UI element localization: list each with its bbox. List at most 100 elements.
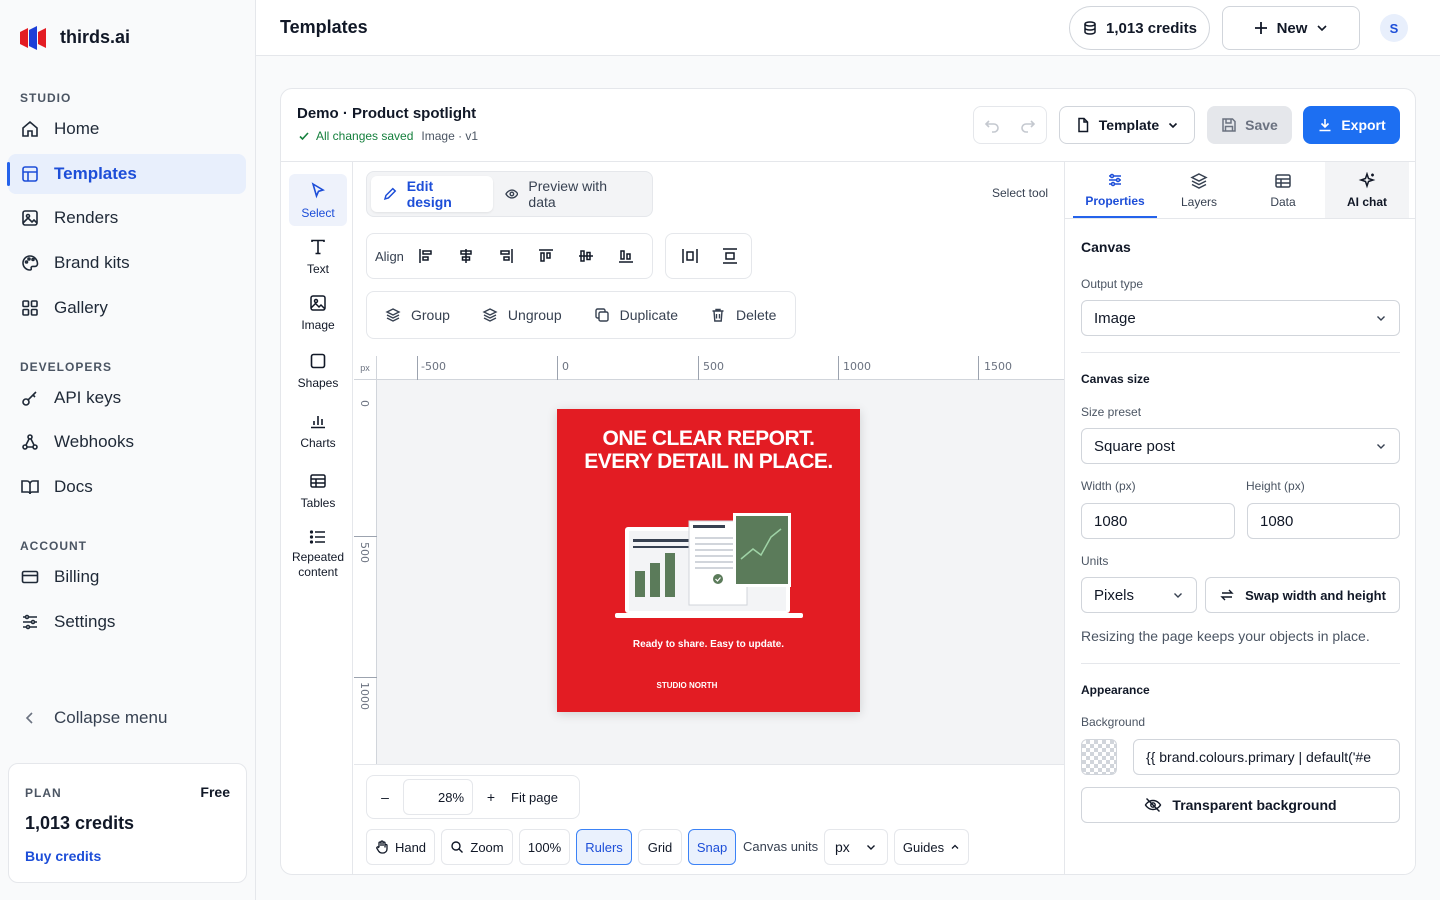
align-middle-button[interactable] [566,236,606,276]
output-type-label: Output type [1081,277,1144,291]
ruler-tick [354,677,377,678]
zoom-out-button[interactable]: – [367,789,403,805]
duplicate-button[interactable]: Duplicate [578,292,694,338]
tab-ai-chat[interactable]: AI chat [1325,162,1409,218]
width-input[interactable]: 1080 [1081,503,1235,539]
guides-button[interactable]: Guides [894,829,969,865]
align-left-button[interactable] [406,236,446,276]
bar-chart-icon [311,416,325,429]
file-icon [1078,117,1089,133]
tab-label: Layers [1180,194,1218,209]
canvas-tagline[interactable]: Ready to share. Easy to update. [557,639,860,650]
size-preset-select[interactable]: Square post [1081,428,1400,464]
tool-select[interactable]: Select [289,174,347,226]
group-button[interactable]: Group [369,292,466,338]
save-status: All changes saved Image · v1 [298,129,478,143]
collapse-menu-button[interactable]: Collapse menu [8,698,246,738]
brand-logo[interactable] [20,26,46,50]
zoom-input[interactable]: 28% [403,779,473,815]
layers-icon [1190,172,1208,189]
canvas-heading: Canvas [1081,239,1131,255]
zoom-tool-button[interactable]: Zoom [441,829,513,865]
height-label: Height (px) [1246,479,1305,493]
layers-icon [482,308,498,322]
sidebar-item-templates[interactable]: Templates [7,154,246,194]
zoom-in-button[interactable]: + [473,789,509,805]
credits-button[interactable]: 1,013 credits [1069,6,1210,50]
sidebar-item-billing[interactable]: Billing [8,557,246,597]
section-divider [1081,352,1400,353]
sidebar-item-label: Renders [54,208,119,227]
distribute-toolbar [665,233,752,279]
transparent-background-button[interactable]: Transparent background [1081,787,1400,823]
laptop-illustration[interactable] [615,509,805,621]
section-label-studio: STUDIO [20,91,72,105]
zoom-tool-label: Zoom [470,839,504,855]
design-page[interactable]: ONE CLEAR REPORT. EVERY DETAIL IN PLACE. [557,409,860,712]
swap-dimensions-button[interactable]: Swap width and height [1205,577,1400,613]
canvas-units-select[interactable]: px [824,829,888,865]
align-bottom-button[interactable] [606,236,646,276]
tool-tables[interactable]: Tables [289,464,347,516]
rulers-toggle[interactable]: Rulers [576,829,632,865]
sidebar-item-api-keys[interactable]: API keys [8,378,246,418]
snap-toggle[interactable]: Snap [688,829,736,865]
align-center-icon [460,249,472,263]
zoom-controls: – 28% + Fit page [366,775,580,819]
height-value: 1080 [1260,512,1294,530]
height-input[interactable]: 1080 [1247,503,1400,539]
sidebar-item-settings[interactable]: Settings [8,602,246,642]
canvas-units-value: px [835,839,850,855]
canvas-size-heading: Canvas size [1081,372,1150,386]
tool-charts[interactable]: Charts [289,404,347,456]
tool-shapes[interactable]: Shapes [289,344,347,396]
sidebar-item-gallery[interactable]: Gallery [8,288,246,328]
edit-design-tab[interactable]: Edit design [371,176,493,212]
units-select[interactable]: Pixels [1081,577,1197,613]
align-right-button[interactable] [486,236,526,276]
avatar[interactable]: S [1380,14,1408,42]
new-button[interactable]: New [1222,6,1360,50]
redo-button[interactable] [1010,107,1046,143]
canvas-units-label: Canvas units [743,839,819,854]
tab-layers[interactable]: Layers [1157,162,1241,218]
template-dropdown[interactable]: Template [1059,106,1195,144]
cursor-icon [311,182,325,199]
canvas-headline[interactable]: ONE CLEAR REPORT. EVERY DETAIL IN PLACE. [557,427,860,473]
undo-button[interactable] [974,107,1010,143]
sidebar-item-renders[interactable]: Renders [8,198,246,238]
fit-page-button[interactable]: Fit page [509,790,558,805]
preview-data-tab[interactable]: Preview with data [493,176,648,212]
distribute-horizontal-button[interactable] [670,236,710,276]
distribute-vertical-button[interactable] [710,236,750,276]
sidebar-item-docs[interactable]: Docs [8,467,246,507]
canvas-footer[interactable]: STUDIO NORTH [557,681,817,690]
export-button[interactable]: Export [1303,106,1400,144]
background-swatch[interactable] [1081,739,1117,775]
canvas-viewport[interactable]: px -500 0 500 1000 1500 0 500 1000 ONE C… [354,356,1064,764]
align-center-button[interactable] [446,236,486,276]
save-button[interactable]: Save [1207,106,1292,144]
background-input[interactable]: {{ brand.colours.primary | default('#e [1133,739,1400,775]
tool-image[interactable]: Image [289,286,347,338]
delete-button[interactable]: Delete [694,292,792,338]
tool-text[interactable]: Text [289,230,347,282]
ungroup-button[interactable]: Ungroup [466,292,578,338]
distribute-horizontal-icon [682,249,698,263]
tab-properties[interactable]: Properties [1073,162,1157,218]
hand-tool-button[interactable]: Hand [366,829,435,865]
top-bar: Templates 1,013 credits New S [256,0,1440,56]
ruler-label: 0 [562,360,569,373]
tool-repeated-content[interactable]: Repeated content [289,520,347,586]
save-icon [1222,118,1236,132]
sidebar-item-webhooks[interactable]: Webhooks [8,422,246,462]
ruler-unit: px [354,356,377,380]
zoom-100-button[interactable]: 100% [519,829,570,865]
grid-toggle[interactable]: Grid [638,829,682,865]
align-top-button[interactable] [526,236,566,276]
tab-data[interactable]: Data [1241,162,1325,218]
sidebar-item-home[interactable]: Home [8,109,246,149]
sidebar-item-brand-kits[interactable]: Brand kits [8,243,246,283]
buy-credits-link[interactable]: Buy credits [25,848,101,864]
output-type-select[interactable]: Image [1081,300,1400,336]
